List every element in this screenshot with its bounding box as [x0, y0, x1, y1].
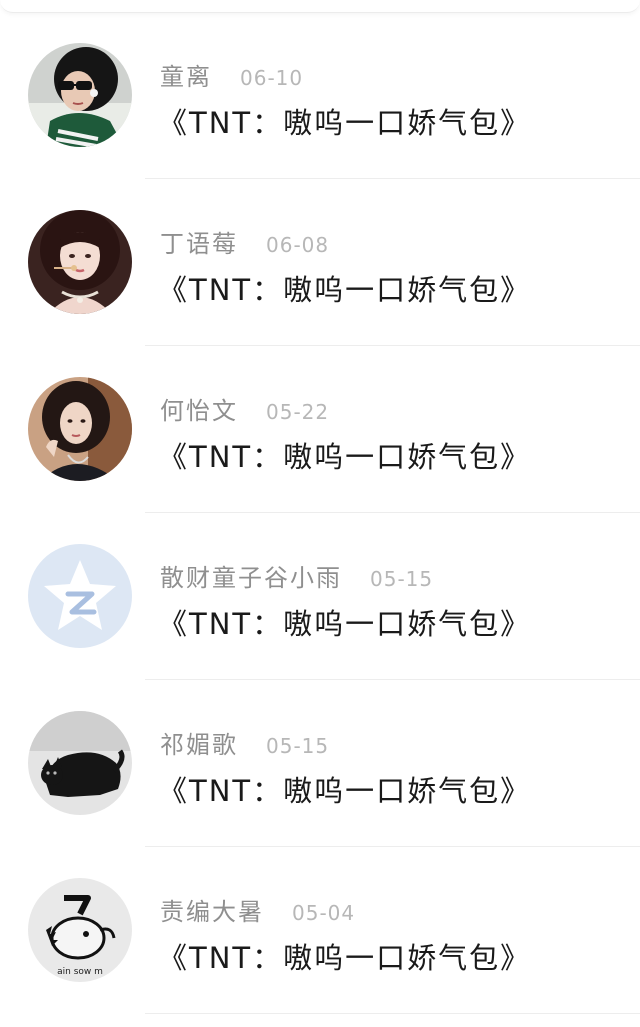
comment-date: 05-04 — [292, 901, 356, 925]
list-item[interactable]: 童离 06-10 《TNT：嗷呜一口娇气包》 — [0, 12, 640, 179]
comment-date: 05-15 — [266, 734, 330, 758]
girl-headset-avatar-icon — [28, 210, 132, 314]
comment-date: 06-10 — [240, 66, 304, 90]
username[interactable]: 何怡文 — [160, 391, 238, 426]
comment-meta: 祁媚歌 05-15 — [160, 725, 330, 759]
avatar[interactable]: ain sow m — [28, 878, 132, 982]
book-title[interactable]: 《TNT：嗷呜一口娇气包》 — [158, 434, 531, 476]
girl-sunglasses-avatar-icon — [28, 43, 132, 147]
comment-date: 06-08 — [266, 233, 330, 257]
avatar[interactable] — [28, 210, 132, 314]
chainsaw-dog-avatar-icon: ain sow m — [28, 878, 132, 982]
book-title[interactable]: 《TNT：嗷呜一口娇气包》 — [158, 601, 531, 643]
book-title[interactable]: 《TNT：嗷呜一口娇气包》 — [158, 935, 531, 977]
comment-date: 05-22 — [266, 400, 330, 424]
username[interactable]: 散财童子谷小雨 — [160, 558, 342, 593]
avatar[interactable] — [28, 43, 132, 147]
girl-dark-hair-avatar-icon — [28, 377, 132, 481]
comment-date: 05-15 — [370, 567, 434, 591]
avatar[interactable] — [28, 711, 132, 815]
comment-list-page: 童离 06-10 《TNT：嗷呜一口娇气包》 丁语莓 06-08 《TNT：嗷呜… — [0, 0, 640, 1027]
list-item[interactable]: ain sow m 责编大暑 05-04 《TNT：嗷呜一口娇气包》 — [0, 847, 640, 1014]
avatar[interactable] — [28, 544, 132, 648]
username[interactable]: 童离 — [160, 57, 212, 92]
book-title[interactable]: 《TNT：嗷呜一口娇气包》 — [158, 100, 531, 142]
black-cat-avatar-icon — [28, 711, 132, 815]
comment-meta: 童离 06-10 — [160, 57, 304, 91]
comment-meta: 散财童子谷小雨 05-15 — [160, 558, 434, 592]
divider — [145, 1013, 640, 1014]
list-item[interactable]: 丁语莓 06-08 《TNT：嗷呜一口娇气包》 — [0, 179, 640, 346]
username[interactable]: 祁媚歌 — [160, 725, 238, 760]
avatar-caption: ain sow m — [57, 967, 103, 977]
avatar[interactable] — [28, 377, 132, 481]
book-title[interactable]: 《TNT：嗷呜一口娇气包》 — [158, 267, 531, 309]
book-title[interactable]: 《TNT：嗷呜一口娇气包》 — [158, 768, 531, 810]
list-item[interactable]: 何怡文 05-22 《TNT：嗷呜一口娇气包》 — [0, 346, 640, 513]
comment-meta: 丁语莓 06-08 — [160, 224, 330, 258]
comment-list: 童离 06-10 《TNT：嗷呜一口娇气包》 丁语莓 06-08 《TNT：嗷呜… — [0, 12, 640, 1014]
comment-meta: 何怡文 05-22 — [160, 391, 330, 425]
comment-meta: 责编大暑 05-04 — [160, 892, 356, 926]
list-item[interactable]: 祁媚歌 05-15 《TNT：嗷呜一口娇气包》 — [0, 680, 640, 847]
username[interactable]: 丁语莓 — [160, 224, 238, 259]
default-star-avatar-icon — [28, 544, 132, 648]
username[interactable]: 责编大暑 — [160, 892, 264, 927]
list-item[interactable]: 散财童子谷小雨 05-15 《TNT：嗷呜一口娇气包》 — [0, 513, 640, 680]
